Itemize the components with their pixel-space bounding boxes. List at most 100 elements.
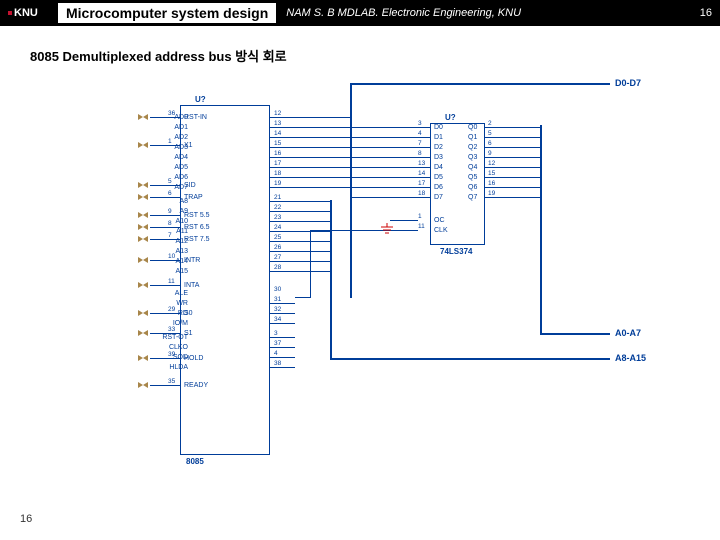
pin-label: WR	[128, 300, 188, 307]
pin-num: 6	[488, 140, 492, 147]
pin-num: 3	[418, 120, 422, 127]
pin-label: AD7	[128, 184, 188, 191]
a8-wire	[270, 231, 330, 232]
pin-num: 15	[488, 170, 495, 177]
pin-num: 16	[488, 180, 495, 187]
pin-num: 12	[488, 160, 495, 167]
port-arrow-icon	[138, 282, 148, 288]
pin-label: D6	[434, 184, 443, 191]
pin-label: A8	[128, 198, 188, 205]
pin-label: Q7	[468, 194, 477, 201]
addr-hi-label: A8-A15	[615, 353, 646, 363]
pin-num: 18	[274, 170, 281, 177]
pin-num: 6	[168, 190, 172, 197]
ctrl-stub	[270, 367, 295, 368]
pin-label: INTA	[184, 282, 199, 289]
pin-label: D0	[434, 124, 443, 131]
pin-num: 33	[168, 326, 175, 333]
ad-wire	[270, 117, 350, 118]
pin-num: 12	[274, 110, 281, 117]
latch-in-wire	[350, 127, 430, 128]
pin-label: RST-OT	[128, 334, 188, 341]
pin-label: SOD	[128, 354, 188, 361]
gnd-symbol	[380, 223, 394, 238]
pin-num: 18	[418, 190, 425, 197]
a8-wire	[270, 261, 330, 262]
ad-wire	[270, 177, 350, 178]
pin-num: 30	[274, 286, 281, 293]
latch-in-wire	[350, 137, 430, 138]
oc-wire	[390, 220, 418, 221]
pin-num: 7	[418, 140, 422, 147]
data-bus-label: D0-D7	[615, 78, 641, 88]
pin-label: AD5	[128, 164, 188, 171]
chip-8085-name: 8085	[186, 457, 204, 466]
pin-label: A14	[128, 258, 188, 265]
pin-label: AD2	[128, 134, 188, 141]
pin-num: 2	[488, 120, 492, 127]
pin-label: Q3	[468, 154, 477, 161]
page-number-bottom: 16	[20, 513, 32, 525]
pin-label: AD1	[128, 124, 188, 131]
pin-num: 27	[274, 254, 281, 261]
ctrl-stub	[270, 313, 295, 314]
ctrl-stub	[270, 347, 295, 348]
pin-label: D7	[434, 194, 443, 201]
pin-label: IO/M	[128, 320, 188, 327]
chip-8085-ref: U?	[195, 95, 206, 104]
pin-num: 4	[274, 350, 278, 357]
pin-num: 26	[274, 244, 281, 251]
pin-stub	[150, 215, 180, 216]
pin-num: 13	[274, 120, 281, 127]
latch-in-wire	[350, 177, 430, 178]
ctrl-stub	[270, 357, 295, 358]
pin-label: AD4	[128, 154, 188, 161]
pin-label: Q2	[468, 144, 477, 151]
a8-wire	[270, 201, 330, 202]
pin-label: A11	[128, 228, 188, 235]
pin-label: D3	[434, 154, 443, 161]
ctrl-stub	[270, 337, 295, 338]
ale-wire-1	[295, 297, 310, 298]
pin-label: AD3	[128, 144, 188, 151]
pin-label: Q5	[468, 174, 477, 181]
pin-label: Q1	[468, 134, 477, 141]
latch-out-wire	[485, 137, 540, 138]
pin-num: 14	[274, 130, 281, 137]
pin-label: A15	[128, 268, 188, 275]
pin-label: Q0	[468, 124, 477, 131]
latch-in-wire	[350, 197, 430, 198]
subtitle: NAM S. B MDLAB. Electronic Engineering, …	[286, 7, 521, 19]
ad-wire	[270, 157, 350, 158]
schematic-diagram: U? 8085 RST-IN36X11SID5TRAP6RST 5.59RST …	[50, 75, 690, 475]
page-title: Microcomputer system design	[58, 3, 276, 23]
pin-label: ALE	[128, 290, 188, 297]
ctrl-stub	[270, 323, 295, 324]
addr-lo-vertical	[540, 125, 542, 335]
pin-label: OC	[434, 217, 445, 224]
pin-label: A10	[128, 218, 188, 225]
latch-out-wire	[485, 187, 540, 188]
bus-vertical	[350, 83, 352, 298]
a8-wire	[270, 221, 330, 222]
pin-num: 17	[418, 180, 425, 187]
pin-num: 31	[274, 296, 281, 303]
pin-num: 25	[274, 234, 281, 241]
pin-num: 8	[418, 150, 422, 157]
data-bus-wire	[350, 83, 610, 85]
logo-text: KNU	[14, 7, 38, 19]
pin-num: 19	[488, 190, 495, 197]
pin-num: 19	[274, 180, 281, 187]
pin-num: 15	[274, 140, 281, 147]
page-number-top: 16	[700, 7, 712, 19]
pin-label: AD0	[128, 114, 188, 121]
pin-stub	[150, 285, 180, 286]
pin-num: 21	[274, 194, 281, 201]
pin-num: 5	[488, 130, 492, 137]
pin-label: A12	[128, 238, 188, 245]
chip-8085	[180, 105, 270, 455]
latch-out-wire	[485, 167, 540, 168]
pin-label: AD6	[128, 174, 188, 181]
latch-out-wire	[485, 177, 540, 178]
pin-stub	[150, 385, 180, 386]
